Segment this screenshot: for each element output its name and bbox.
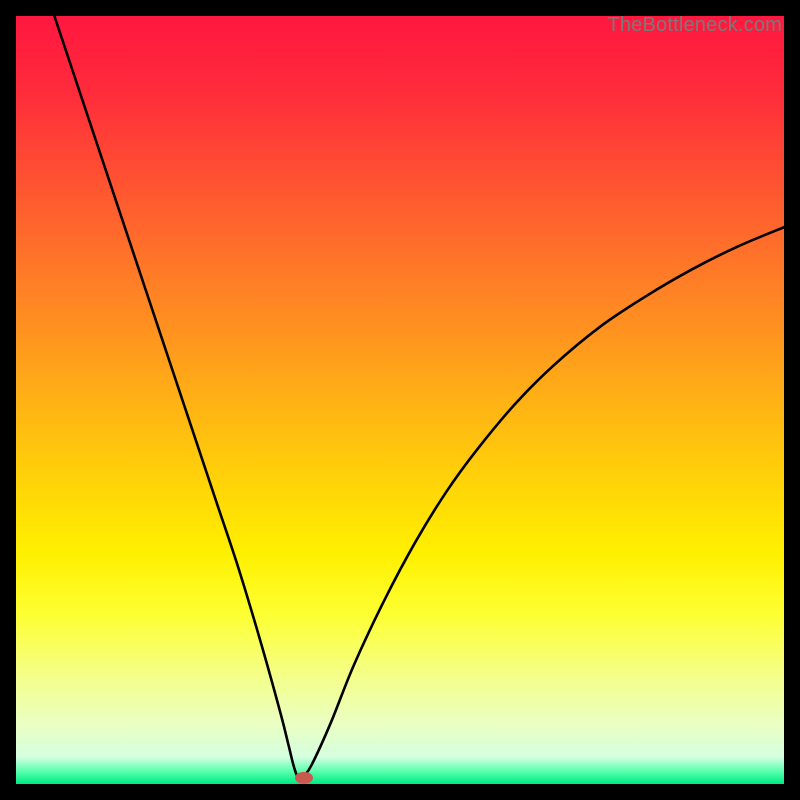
- chart-background: [16, 16, 784, 784]
- watermark-text: TheBottleneck.com: [607, 14, 782, 37]
- optimum-marker: [295, 772, 313, 784]
- chart-frame: TheBottleneck.com: [16, 16, 784, 784]
- bottleneck-chart: [16, 16, 784, 784]
